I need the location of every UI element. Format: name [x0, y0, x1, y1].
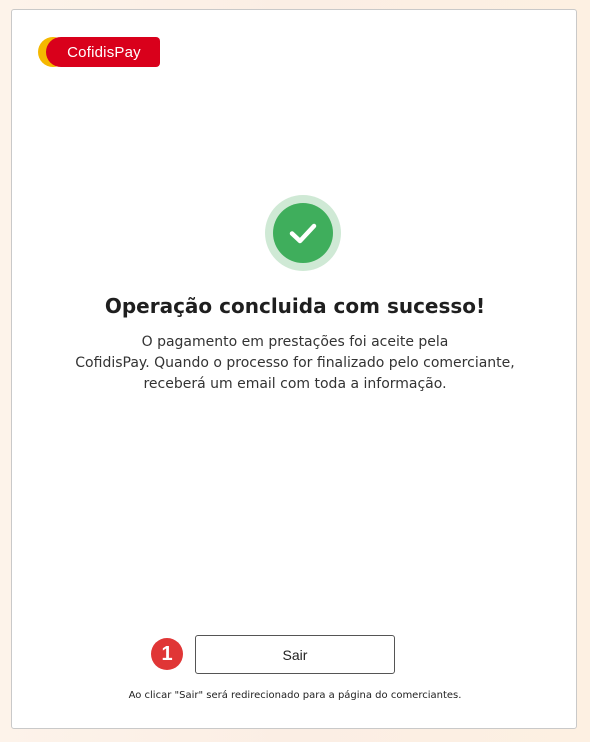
- logo-text: CofidisPay: [67, 43, 141, 61]
- message-line: receberá um email com toda a informação.: [143, 376, 447, 392]
- step-number-badge: 1: [151, 638, 183, 670]
- redirect-note: Ao clicar "Sair" será redirecionado para…: [128, 690, 462, 701]
- success-icon-circle: [273, 203, 333, 263]
- success-message: O pagamento em prestações foi aceite pel…: [52, 332, 538, 395]
- cofidispay-logo: CofidisPay: [38, 37, 160, 67]
- checkmark-icon: [289, 223, 317, 244]
- message-line: O pagamento em prestações foi aceite pel…: [141, 334, 449, 350]
- exit-button[interactable]: Sair: [195, 635, 395, 674]
- success-title: Operação concluida com sucesso!: [104, 294, 486, 318]
- logo-red-badge: CofidisPay: [46, 37, 160, 67]
- confirmation-card: CofidisPay Operação concluida com sucess…: [11, 9, 577, 729]
- success-icon-halo: [265, 195, 341, 271]
- message-line: CofidisPay. Quando o processo for finali…: [75, 355, 515, 371]
